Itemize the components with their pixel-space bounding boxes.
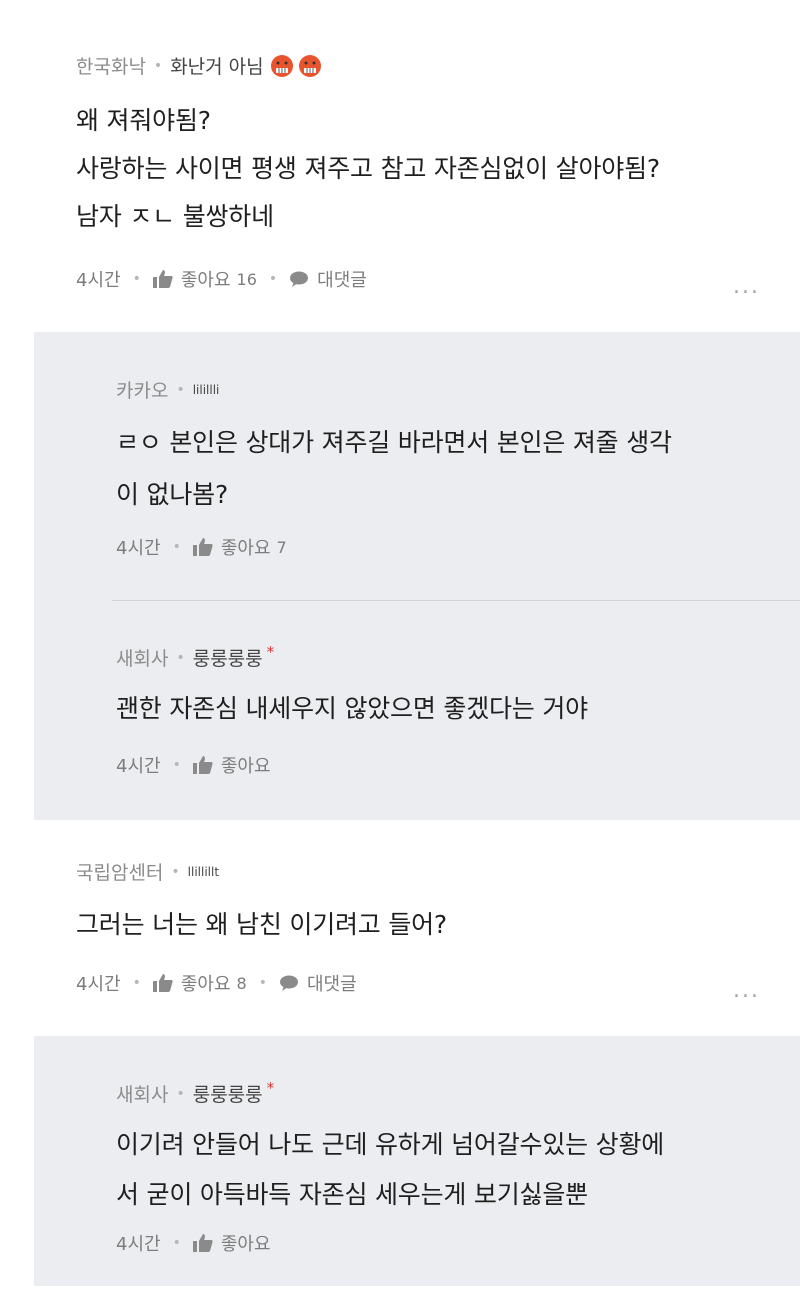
- comment-time: 4시간: [76, 270, 121, 291]
- reply-time: 4시간: [116, 756, 161, 777]
- comment-line: 왜 져줘야됨?: [76, 106, 211, 135]
- reply-nick: 룽룽룽룽: [192, 1084, 263, 1106]
- reply-meta: 새회사 • 룽룽룽룽 *: [116, 642, 275, 671]
- reply-line: 괜한 자존심 내세우지 않았으면 좋겠다는 거야: [116, 694, 588, 723]
- reply-body: 괜한 자존심 내세우지 않았으면 좋겠다는 거야: [116, 688, 588, 730]
- reply-body: ㄹㅇ 본인은 상대가 져주길 바라면서 본인은 져줄 생각 이 없나봄?: [116, 422, 776, 516]
- comment-body: 그러는 너는 왜 남친 이기려고 들어?: [76, 904, 447, 946]
- comment-line: 그러는 너는 왜 남친 이기려고 들어?: [76, 910, 448, 939]
- like-count: 7: [276, 537, 287, 557]
- reply-line: 서 굳이 아득바득 자존심 세우는게 보기싫을뿐: [116, 1180, 588, 1209]
- reply-author[interactable]: 새회사: [116, 1080, 168, 1107]
- author-star-badge: *: [266, 1078, 275, 1097]
- reply-block: 카카오 • lilillli ㄹㅇ 본인은 상대가 져주길 바라면서 본인은 져…: [34, 332, 800, 820]
- comment-nick: 화난거 아님: [170, 56, 264, 78]
- like-button[interactable]: 좋아요: [181, 266, 231, 292]
- separator-dot: •: [153, 57, 163, 74]
- reply-line: ㄹㅇ 본인은 상대가 져주길 바라면서 본인은 져줄 생각: [116, 428, 672, 457]
- like-button[interactable]: 좋아요: [181, 970, 231, 996]
- comment-author[interactable]: 한국화낙: [76, 52, 146, 79]
- comment-meta: 한국화낙 • 화난거 아님: [76, 52, 322, 79]
- like-button[interactable]: 좋아요: [221, 752, 271, 778]
- angry-face-icon: [298, 54, 321, 77]
- comment-body: 왜 져줘야됨? 사랑하는 사이면 평생 져주고 참고 자존심없이 살아야됨? 남…: [76, 100, 660, 238]
- like-button[interactable]: 좋아요: [221, 1230, 271, 1256]
- author-star-badge: *: [266, 642, 275, 661]
- comment-author[interactable]: 국립암센터: [76, 858, 163, 885]
- reply-time: 4시간: [116, 1234, 161, 1255]
- reply-button[interactable]: 대댓글: [317, 266, 367, 292]
- comment-footer: 4시간 • 좋아요 16 • 대댓글: [76, 266, 367, 292]
- reply-meta: 새회사 • 룽룽룽룽 *: [116, 1078, 275, 1107]
- reply-line: 이 없나봄?: [116, 480, 229, 509]
- comment-nick: llillillt: [187, 864, 220, 879]
- reply-nick: lilillli: [192, 382, 220, 397]
- comment-footer: 4시간 • 좋아요 8 • 대댓글: [76, 970, 357, 996]
- thumbs-up-icon[interactable]: [192, 756, 213, 774]
- reply-meta: 카카오 • lilillli: [116, 376, 219, 403]
- reply-block: 새회사 • 룽룽룽룽 * 이기려 안들어 나도 근데 유하게 넘어갈수있는 상황…: [34, 1036, 800, 1286]
- reply-button[interactable]: 대댓글: [307, 970, 357, 996]
- thumbs-up-icon[interactable]: [192, 1234, 213, 1252]
- more-options-icon[interactable]: ...: [733, 274, 760, 299]
- reply-nick: 룽룽룽룽: [192, 648, 263, 670]
- reply-author[interactable]: 새회사: [116, 644, 168, 671]
- speech-bubble-icon: [279, 975, 298, 991]
- reply-time: 4시간: [116, 538, 161, 559]
- reply-author[interactable]: 카카오: [116, 376, 168, 403]
- thumbs-up-icon[interactable]: [152, 270, 173, 288]
- comment-time: 4시간: [76, 974, 121, 995]
- reply-footer: 4시간 • 좋아요: [116, 752, 271, 778]
- like-count: 16: [236, 269, 257, 289]
- like-count: 8: [236, 973, 247, 993]
- reply-footer: 4시간 • 좋아요: [116, 1230, 271, 1256]
- like-button[interactable]: 좋아요: [221, 534, 271, 560]
- reply-footer: 4시간 • 좋아요 7: [116, 534, 287, 560]
- more-options-icon[interactable]: ...: [733, 978, 760, 1003]
- speech-bubble-icon: [290, 271, 309, 287]
- angry-face-icon: [270, 54, 293, 77]
- comment-meta: 국립암센터 • llillillt: [76, 858, 219, 885]
- comment-line: 사랑하는 사이면 평생 져주고 참고 자존심없이 살아야됨?: [76, 154, 660, 183]
- thumbs-up-icon[interactable]: [192, 538, 213, 556]
- comment-line: 남자 ㅈㄴ 불쌍하네: [76, 202, 274, 231]
- reply-line: 이기려 안들어 나도 근데 유하게 넘어갈수있는 상황에: [116, 1130, 665, 1159]
- reply-body: 이기려 안들어 나도 근데 유하게 넘어갈수있는 상황에 서 굳이 아득바득 자…: [116, 1124, 776, 1216]
- divider: [112, 600, 800, 601]
- thumbs-up-icon[interactable]: [152, 974, 173, 992]
